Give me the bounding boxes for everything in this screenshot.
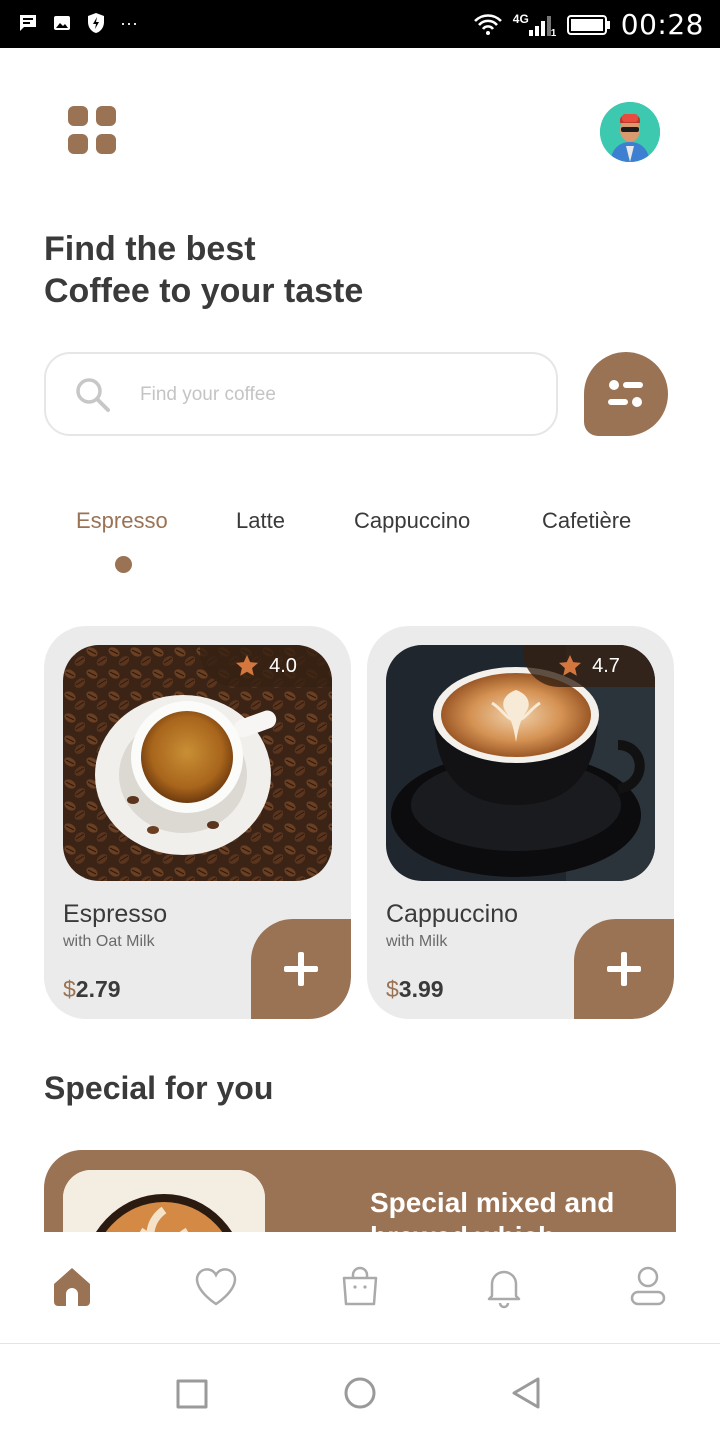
nav-profile[interactable] bbox=[624, 1262, 672, 1310]
network-type: 4G bbox=[512, 11, 529, 26]
product-name: Cappuccino bbox=[386, 900, 519, 928]
bell-icon bbox=[487, 1270, 521, 1309]
rating-badge: 4.0 bbox=[200, 645, 332, 687]
bottom-navigation bbox=[0, 1232, 720, 1344]
grid-icon bbox=[68, 106, 88, 126]
nav-notifications[interactable] bbox=[480, 1262, 528, 1310]
currency-symbol: $ bbox=[63, 976, 76, 1002]
search-input[interactable] bbox=[140, 374, 530, 416]
search-bar[interactable] bbox=[44, 352, 558, 436]
plus-icon bbox=[284, 952, 318, 986]
product-card-espresso[interactable]: 4.0 Espresso with Oat Milk $2.79 bbox=[44, 626, 351, 1019]
more-dots: ··· bbox=[120, 12, 138, 33]
nav-home[interactable] bbox=[48, 1262, 96, 1310]
special-offer-card[interactable]: Special mixed and brewed which bbox=[44, 1150, 676, 1232]
clock: 00:28 bbox=[620, 8, 704, 41]
product-card-cappuccino[interactable]: 4.7 Cappuccino with Milk $3.99 bbox=[367, 626, 674, 1019]
user-avatar-icon bbox=[600, 102, 660, 162]
tab-latte[interactable]: Latte bbox=[236, 508, 285, 534]
back-button[interactable] bbox=[508, 1373, 548, 1413]
star-icon bbox=[236, 655, 259, 676]
avatar[interactable] bbox=[600, 102, 660, 162]
title-line-1: Find the best bbox=[44, 230, 256, 268]
shopping-bag-icon bbox=[342, 1266, 378, 1306]
special-offer-text: Special mixed and brewed which bbox=[370, 1187, 615, 1232]
search-icon bbox=[76, 378, 110, 412]
rating-value: 4.0 bbox=[269, 654, 297, 677]
star-icon bbox=[559, 655, 582, 676]
back-triangle-icon bbox=[512, 1377, 540, 1409]
price-value: 3.99 bbox=[398, 976, 444, 1002]
menu-grid-button[interactable] bbox=[68, 106, 116, 154]
section-title-special: Special for you bbox=[44, 1070, 274, 1106]
special-offer-image bbox=[63, 1170, 265, 1232]
home-icon bbox=[54, 1268, 90, 1306]
recent-apps-button[interactable] bbox=[172, 1373, 212, 1413]
price-value: 2.79 bbox=[75, 976, 121, 1002]
rating-badge: 4.7 bbox=[523, 645, 655, 687]
square-icon bbox=[176, 1379, 208, 1409]
nav-cart[interactable] bbox=[336, 1262, 384, 1310]
shield-icon bbox=[88, 13, 104, 33]
wifi-icon bbox=[473, 13, 502, 35]
product-price: $2.79 bbox=[63, 976, 121, 1003]
special-card-viewport: Special mixed and brewed which bbox=[0, 1150, 720, 1232]
home-system-button[interactable] bbox=[340, 1373, 380, 1413]
plus-icon bbox=[607, 952, 641, 986]
profile-icon bbox=[630, 1266, 666, 1306]
nav-favorites[interactable] bbox=[192, 1262, 240, 1310]
tab-cafetiere[interactable]: Cafetière bbox=[542, 508, 631, 534]
title-line-2: Coffee to your taste bbox=[44, 272, 364, 310]
sim-number: 1 bbox=[550, 27, 557, 39]
currency-symbol: $ bbox=[386, 976, 399, 1002]
status-bar: ··· 4G 1 00:28 bbox=[0, 0, 720, 48]
rating-value: 4.7 bbox=[592, 654, 620, 677]
add-to-cart-button[interactable] bbox=[574, 919, 674, 1019]
product-name: Espresso bbox=[63, 900, 168, 928]
active-tab-indicator bbox=[115, 556, 132, 573]
heart-icon bbox=[195, 1268, 237, 1306]
image-icon bbox=[54, 16, 70, 30]
product-price: $3.99 bbox=[386, 976, 444, 1003]
product-subtitle: with Milk bbox=[386, 933, 448, 950]
tab-espresso[interactable]: Espresso bbox=[76, 508, 168, 534]
battery-icon bbox=[566, 14, 610, 35]
tab-cappuccino[interactable]: Cappuccino bbox=[354, 508, 470, 534]
page-title: Find the best Coffee to your taste bbox=[44, 228, 363, 312]
system-navigation-bar bbox=[0, 1345, 720, 1440]
add-to-cart-button[interactable] bbox=[251, 919, 351, 1019]
filter-button[interactable] bbox=[584, 352, 668, 436]
product-subtitle: with Oat Milk bbox=[63, 933, 155, 950]
product-image-espresso: 4.0 bbox=[63, 645, 332, 881]
circle-icon bbox=[344, 1377, 376, 1409]
product-image-cappuccino: 4.7 bbox=[386, 645, 655, 881]
filter-icon bbox=[608, 380, 643, 407]
message-icon bbox=[20, 15, 36, 31]
